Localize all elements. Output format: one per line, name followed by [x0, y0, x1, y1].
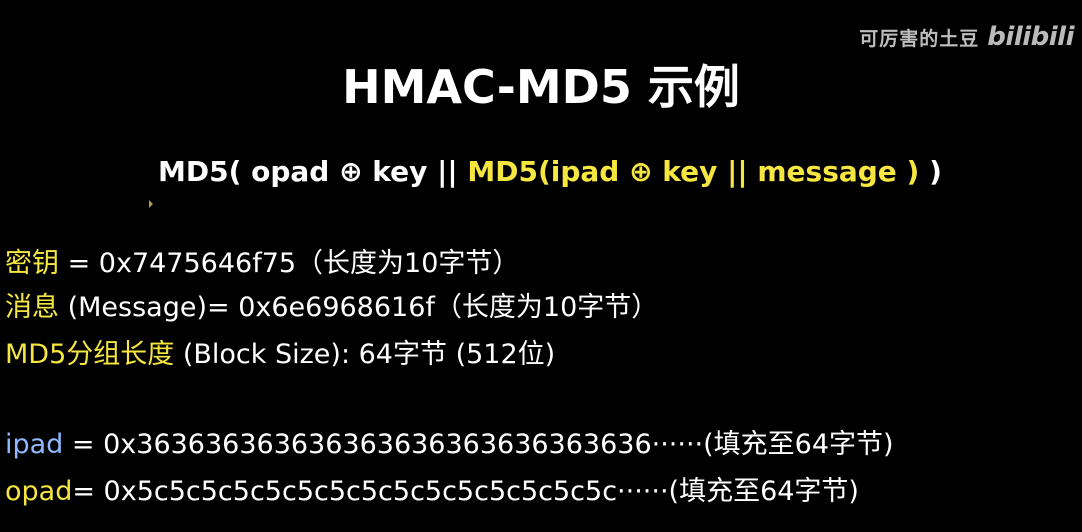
- ipad-line: ipad = 0x363636363636363636363636363636·…: [5, 429, 894, 461]
- message-value: (Message)= 0x6e6968616f（长度为10字节）: [59, 292, 659, 323]
- formula-inner-hash: MD5(ipad ⊕ key || message ): [467, 155, 920, 188]
- mouse-cursor-icon: [149, 200, 153, 208]
- bilibili-logo: bilibili: [987, 22, 1074, 52]
- key-label: 密钥: [5, 248, 59, 279]
- message-line: 消息 (Message)= 0x6e6968616f（长度为10字节）: [5, 292, 658, 324]
- watermark-text: 可厉害的土豆: [859, 27, 980, 50]
- key-value: = 0x7475646f75（长度为10字节）: [59, 248, 520, 279]
- block-size-line: MD5分组长度 (Block Size): 64字节 (512位): [5, 339, 555, 371]
- block-size-label: MD5分组长度: [5, 339, 175, 370]
- slide-title: HMAC-MD5 示例: [342, 60, 740, 114]
- message-label: 消息: [5, 292, 59, 323]
- hmac-formula: MD5( opad ⊕ key || MD5(ipad ⊕ key || mes…: [158, 155, 942, 189]
- opad-label: opad: [5, 476, 73, 507]
- formula-outer-start: MD5( opad ⊕ key ||: [158, 155, 468, 188]
- formula-outer-end: ): [919, 155, 942, 188]
- opad-value: = 0x5c5c5c5c5c5c5c5c5c5c5c5c5c5c5c······…: [72, 476, 859, 507]
- block-size-value: (Block Size): 64字节 (512位): [174, 339, 556, 370]
- opad-line: opad= 0x5c5c5c5c5c5c5c5c5c5c5c5c5c5c5c··…: [5, 476, 859, 508]
- watermark: 可厉害的土豆 bilibili: [859, 22, 1074, 52]
- ipad-label: ipad: [5, 429, 64, 460]
- key-line: 密钥 = 0x7475646f75（长度为10字节）: [5, 248, 519, 280]
- ipad-value: = 0x363636363636363636363636363636······…: [63, 429, 894, 460]
